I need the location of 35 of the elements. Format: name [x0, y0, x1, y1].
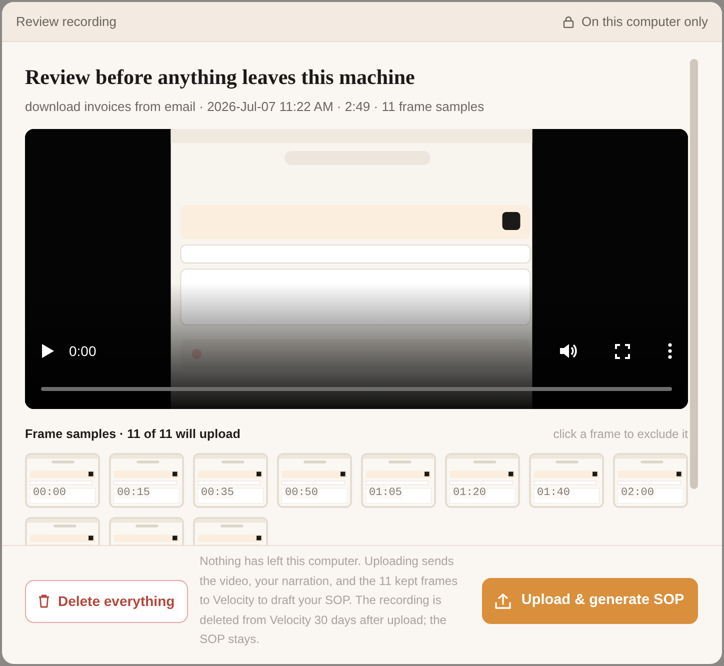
frame-thumbnail[interactable]: 01:20 [445, 452, 520, 508]
frame-thumbnail[interactable]: 00:15 [109, 452, 184, 508]
frame-timestamp: 00:00 [33, 486, 66, 499]
volume-icon[interactable] [559, 343, 577, 360]
frame-thumbnail[interactable]: 00:00 [25, 452, 100, 508]
fullscreen-icon[interactable] [615, 344, 630, 359]
more-icon[interactable] [668, 343, 672, 360]
dialog-title: Review recording [16, 12, 116, 31]
scrollbar[interactable] [690, 59, 698, 489]
upload-button[interactable]: Upload & generate SOP [482, 578, 698, 624]
play-icon[interactable] [41, 343, 55, 360]
frame-timestamp: 01:40 [537, 486, 570, 499]
review-heading: Review before anything leaves this machine [25, 64, 416, 91]
upload-notice: Nothing has left this computer. Uploading sends the video, your narration, and the 11 kept frames to Velocity to draft your SOP. The recording is deleted from Velocity 30 days after upload; the SOP stays. [200, 553, 459, 648]
video-time: 0:00 [69, 342, 96, 361]
lock-icon [562, 16, 574, 28]
recording-details: download invoices from email · 2026-Jul-07 11:22 AM · 2:49 · 11 frame samples [25, 98, 486, 116]
frame-samples-heading: Frame samples · 11 of 11 will upload [25, 426, 240, 443]
frame-hint: click a frame to exclude it [553, 426, 688, 443]
frame-timestamp: 02:00 [621, 486, 654, 499]
frame-thumbnail[interactable]: 01:40 [529, 452, 604, 508]
video-progress-bar[interactable] [41, 386, 672, 391]
trash-icon [38, 594, 50, 608]
frame-timestamp: 01:20 [453, 486, 486, 499]
frame-thumbnail[interactable]: 02:00 [613, 452, 688, 508]
frame-timestamp: 00:35 [201, 486, 234, 499]
frame-timestamp: 01:05 [369, 486, 402, 499]
frame-thumbnail[interactable]: 00:35 [193, 452, 268, 508]
delete-button[interactable]: Delete everything [25, 580, 188, 622]
frame-timestamp: 00:50 [285, 486, 318, 499]
upload-icon [495, 593, 512, 609]
privacy-label: On this computer only [582, 12, 708, 31]
frame-thumbnail[interactable]: 01:05 [361, 452, 436, 508]
frame-timestamp: 00:15 [117, 486, 150, 499]
frame-thumbnail[interactable]: 00:50 [277, 452, 352, 508]
